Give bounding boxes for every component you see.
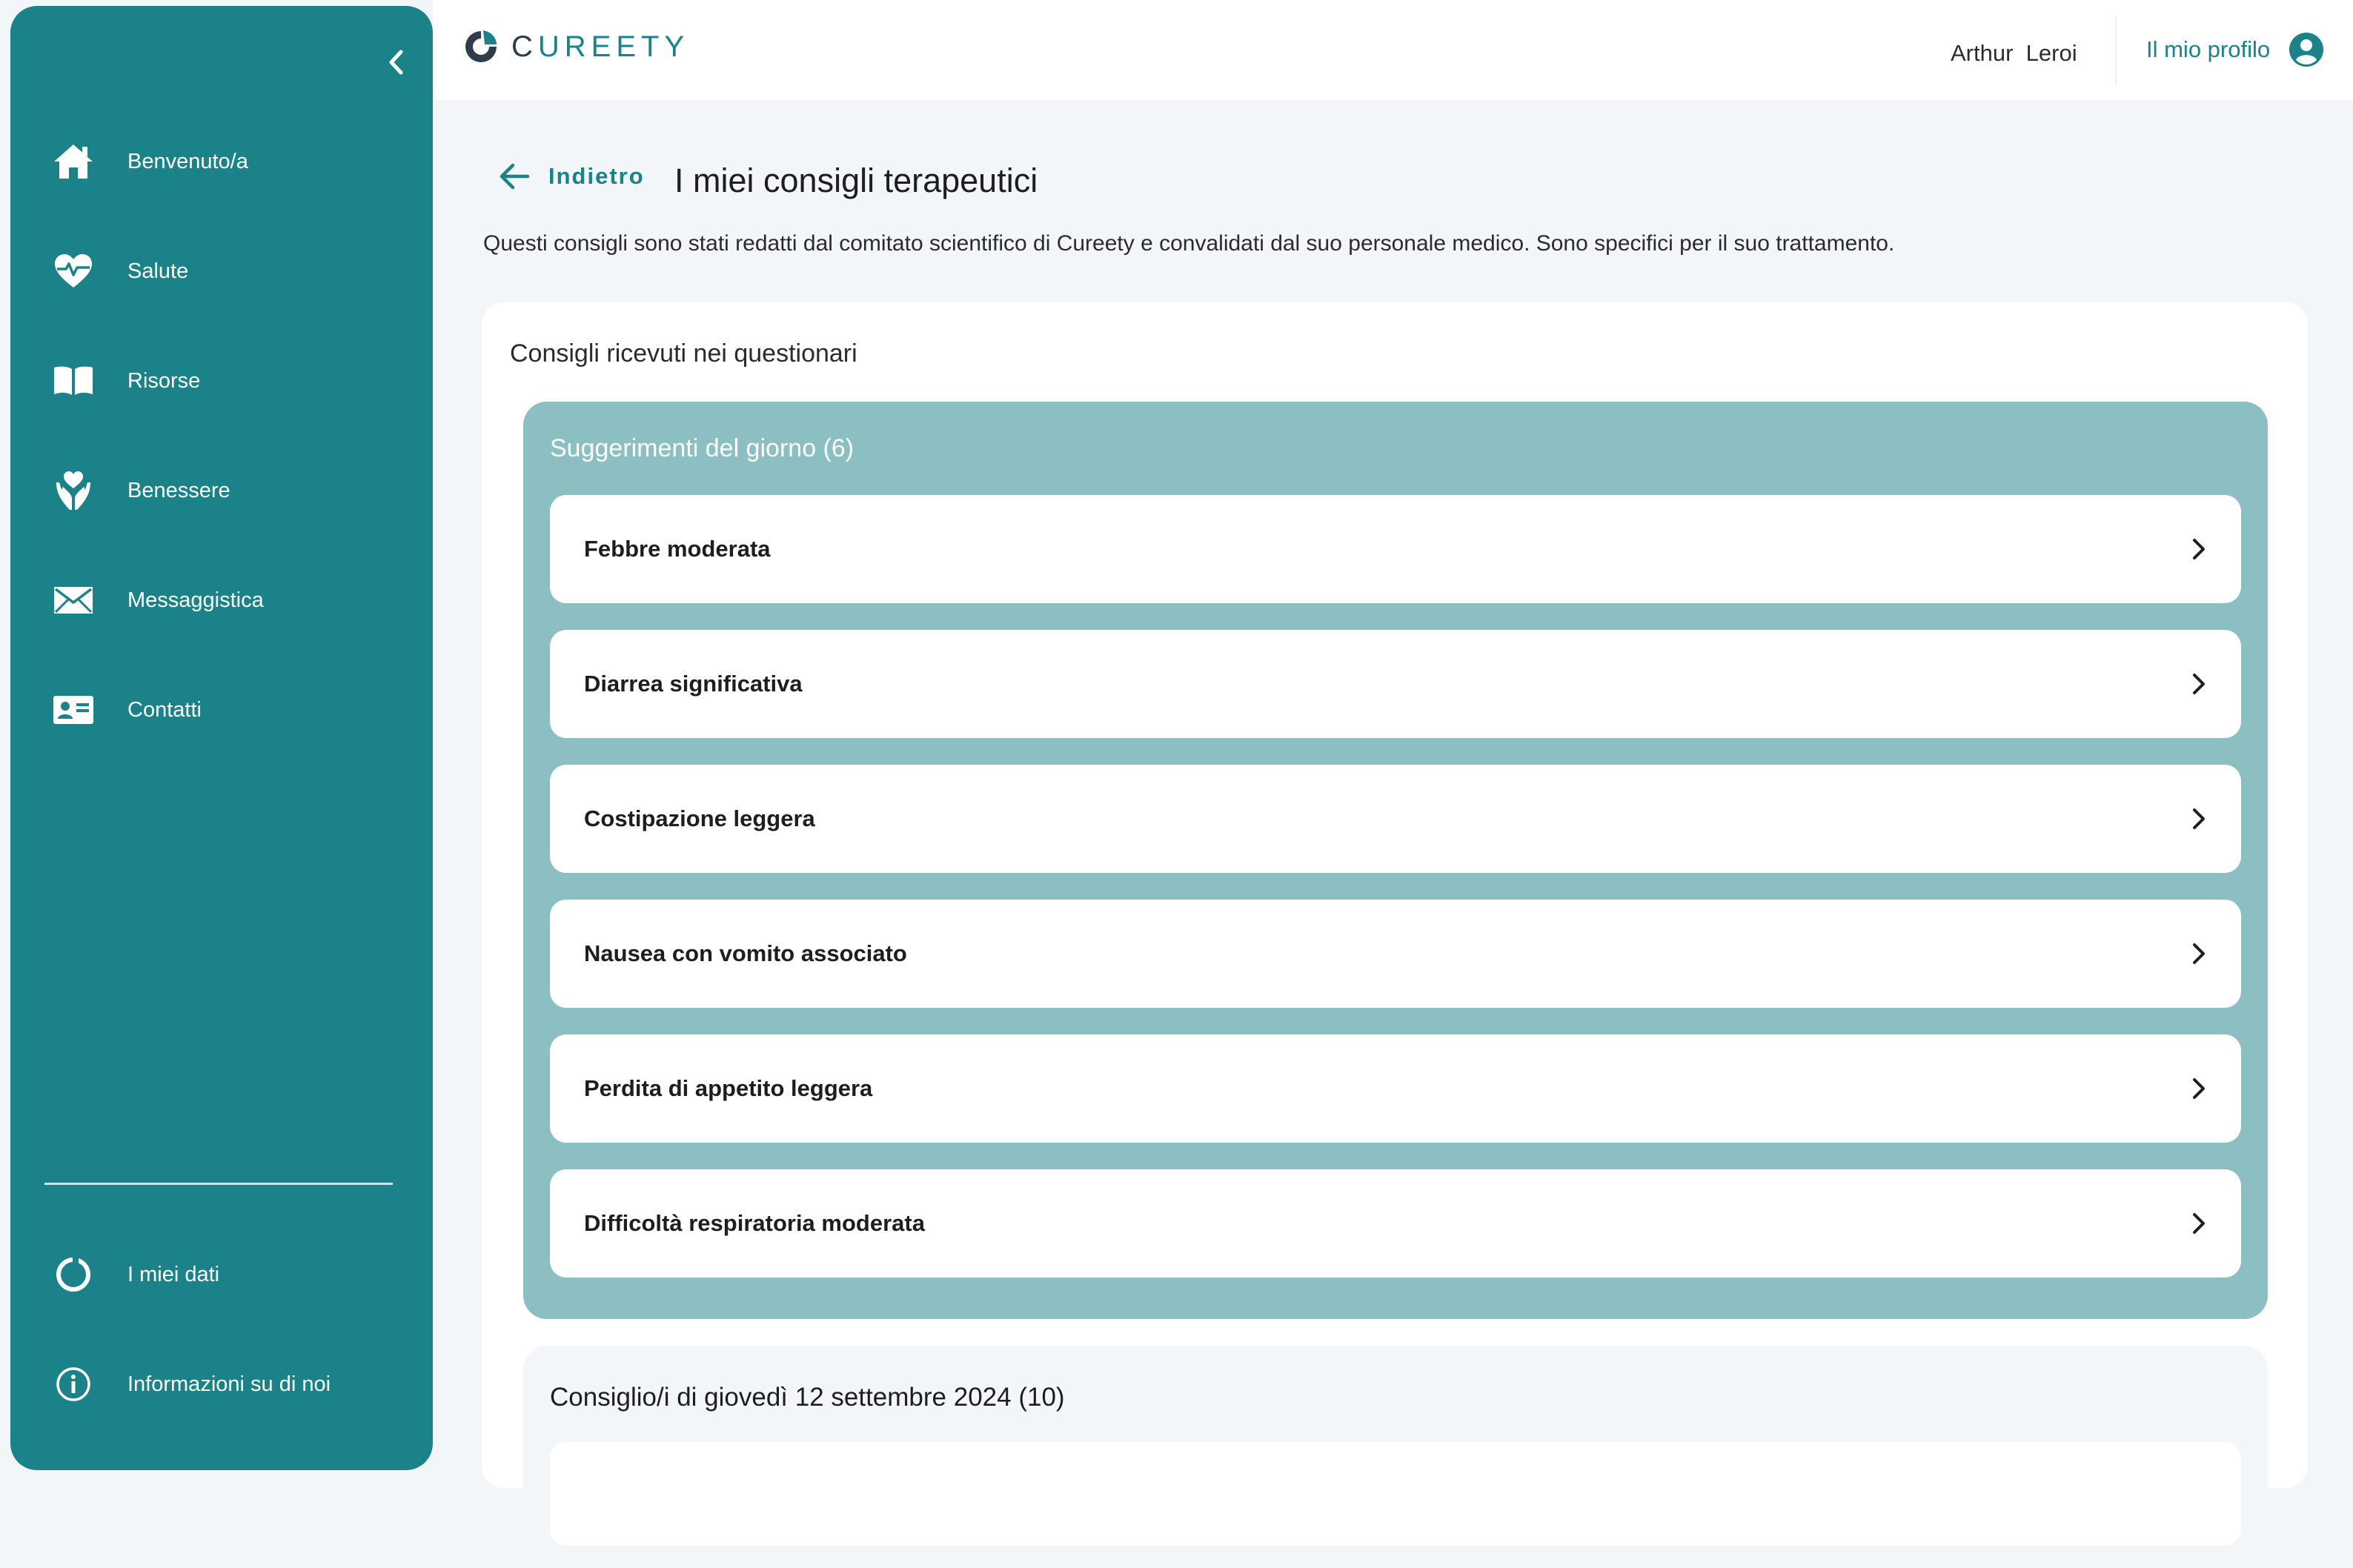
sidebar-divider bbox=[44, 1183, 393, 1185]
sidebar-item-contatti[interactable]: Contatti bbox=[47, 680, 418, 740]
advice-item-label: Difficoltà respiratoria moderata bbox=[584, 1210, 925, 1236]
sidebar: Benvenuto/a Salute Risorse Benessere Mes… bbox=[10, 6, 433, 1470]
contact-card-icon bbox=[47, 684, 99, 736]
advice-item-label: Nausea con vomito associato bbox=[584, 940, 907, 966]
dated-advice-title: Consiglio/i di giovedì 12 settembre 2024… bbox=[550, 1383, 1065, 1412]
book-icon bbox=[47, 355, 99, 407]
user-name: Arthur Leroi bbox=[1951, 40, 2077, 66]
info-icon bbox=[47, 1358, 99, 1410]
chevron-right-icon bbox=[2193, 539, 2205, 559]
sidebar-item-label: Messaggistica bbox=[127, 588, 264, 612]
user-avatar-icon bbox=[2289, 33, 2324, 67]
hands-heart-icon bbox=[47, 465, 99, 516]
sidebar-item-label: Informazioni su di noi bbox=[127, 1372, 331, 1396]
envelope-icon bbox=[47, 574, 99, 626]
page-description: Questi consigli sono stati redatti dal c… bbox=[483, 231, 1895, 256]
chevron-right-icon bbox=[2193, 808, 2205, 829]
my-profile-label: Il mio profilo bbox=[2146, 36, 2271, 62]
advice-item-label: Perdita di appetito leggera bbox=[584, 1075, 873, 1101]
chevron-right-icon bbox=[2193, 943, 2205, 964]
brand-name-rest: UREETY bbox=[537, 30, 690, 63]
advice-card: Consigli ricevuti nei questionari Sugger… bbox=[482, 302, 2308, 1568]
advice-item[interactable]: Difficoltà respiratoria moderata bbox=[550, 1169, 2241, 1278]
sidebar-item-label: Benvenuto/a bbox=[127, 149, 248, 173]
dated-advice-group: Consiglio/i di giovedì 12 settembre 2024… bbox=[523, 1346, 2268, 1568]
heart-pulse-icon bbox=[47, 245, 99, 297]
sidebar-item-label: I miei dati bbox=[127, 1262, 220, 1286]
advice-item[interactable]: Costipazione leggera bbox=[550, 765, 2241, 873]
sidebar-item-benessere[interactable]: Benessere bbox=[47, 461, 418, 520]
today-suggestions-group: Suggerimenti del giorno (6) Febbre moder… bbox=[523, 402, 2268, 1319]
advice-item[interactable] bbox=[550, 1442, 2241, 1546]
chevron-right-icon bbox=[2193, 1213, 2205, 1234]
advice-item-label: Costipazione leggera bbox=[584, 805, 815, 831]
chevron-right-icon bbox=[2193, 674, 2205, 694]
sidebar-item-informazioni[interactable]: Informazioni su di noi bbox=[47, 1355, 418, 1414]
sidebar-item-benvenuto[interactable]: Benvenuto/a bbox=[47, 132, 418, 191]
sidebar-item-label: Benessere bbox=[127, 478, 230, 502]
advice-item-label: Diarrea significativa bbox=[584, 671, 803, 697]
sidebar-item-label: Salute bbox=[127, 259, 189, 283]
card-title: Consigli ricevuti nei questionari bbox=[510, 339, 857, 368]
advice-item[interactable]: Febbre moderata bbox=[550, 495, 2241, 603]
donut-chart-icon bbox=[47, 1249, 99, 1300]
home-icon bbox=[47, 136, 99, 187]
back-label: Indietro bbox=[548, 163, 645, 189]
cureety-logo-icon bbox=[465, 30, 497, 62]
back-link[interactable]: Indietro bbox=[498, 162, 645, 191]
collapse-sidebar-button[interactable] bbox=[374, 44, 418, 80]
top-bar: CUREETY Arthur Leroi Il mio profilo bbox=[433, 0, 2353, 100]
today-suggestions-title: Suggerimenti del giorno (6) bbox=[550, 434, 854, 462]
chevron-right-icon bbox=[2193, 1078, 2205, 1099]
sidebar-item-messaggistica[interactable]: Messaggistica bbox=[47, 571, 418, 630]
chevron-left-icon bbox=[389, 50, 403, 75]
arrow-left-icon bbox=[500, 163, 530, 190]
sidebar-item-label: Contatti bbox=[127, 697, 202, 722]
advice-item-label: Febbre moderata bbox=[584, 536, 771, 562]
sidebar-item-i-miei-dati[interactable]: I miei dati bbox=[47, 1245, 418, 1304]
advice-item[interactable]: Nausea con vomito associato bbox=[550, 900, 2241, 1008]
page-title: I miei consigli terapeutici bbox=[674, 162, 1038, 199]
brand-name-prefix: C bbox=[511, 30, 538, 63]
top-bar-separator bbox=[2115, 16, 2117, 84]
sidebar-item-salute[interactable]: Salute bbox=[47, 242, 418, 301]
sidebar-item-risorse[interactable]: Risorse bbox=[47, 351, 418, 411]
advice-item[interactable]: Perdita di appetito leggera bbox=[550, 1034, 2241, 1143]
my-profile-link[interactable]: Il mio profilo bbox=[2146, 31, 2325, 68]
brand-logo[interactable]: CUREETY bbox=[462, 28, 689, 65]
sidebar-item-label: Risorse bbox=[127, 368, 201, 393]
advice-item[interactable]: Diarrea significativa bbox=[550, 630, 2241, 738]
